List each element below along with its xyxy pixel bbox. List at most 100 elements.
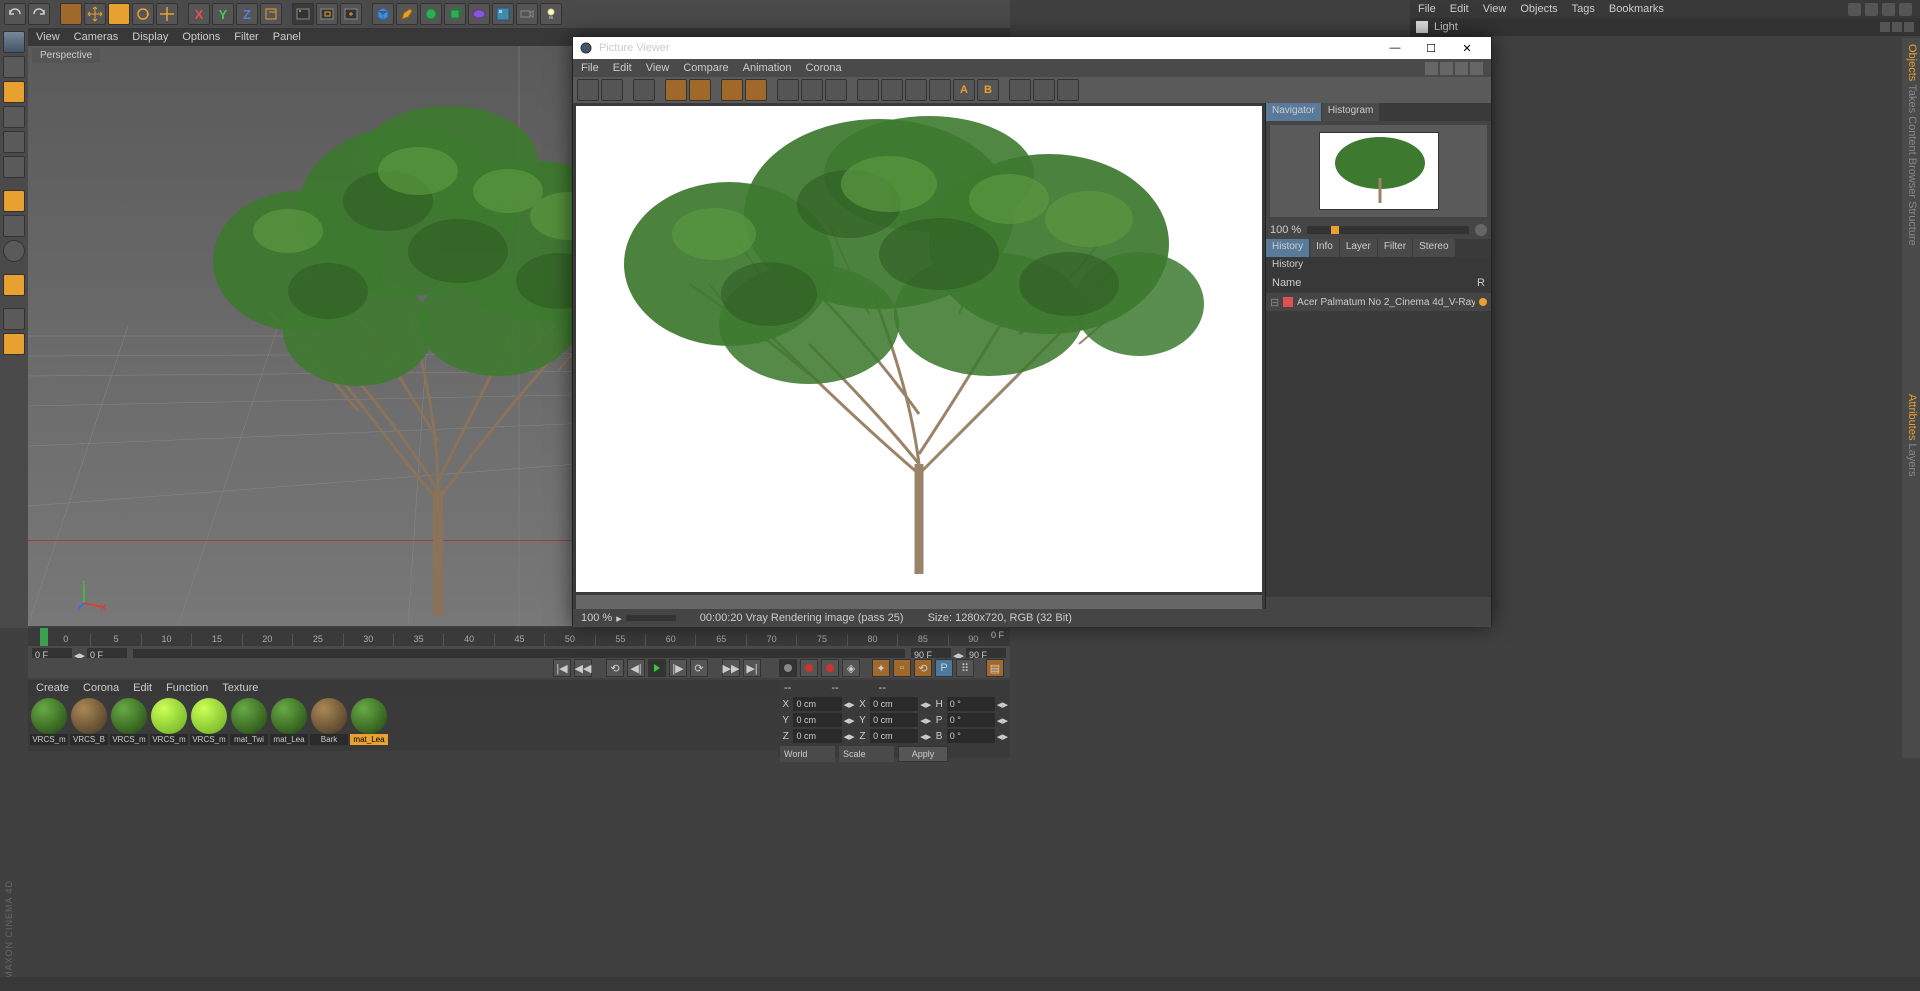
step-back-icon[interactable]: ◀| [627,659,645,677]
pla-key-icon[interactable]: ⠿ [956,659,974,677]
generator-icon[interactable] [444,3,466,25]
timeline-ruler[interactable]: 051015202530354045505560657075808590 0 F [28,628,1010,646]
autokey-icon[interactable] [800,659,818,677]
make-editable-icon[interactable] [3,31,25,53]
texture-mode-icon[interactable] [3,81,25,103]
vp-options[interactable]: Options [182,31,220,43]
deformer-icon[interactable] [468,3,490,25]
environment-icon[interactable] [492,3,514,25]
y-axis-icon[interactable]: Y [212,3,234,25]
key-opt-icon[interactable]: ◈ [842,659,860,677]
history-item[interactable]: ⊟ Acer Palmatum No 2_Cinema 4d_V-Ray [1266,293,1491,311]
menu-objects[interactable]: Objects [1520,3,1557,15]
rot-b-field[interactable]: 0 ° [947,729,995,743]
goto-end-icon[interactable]: ▶| [743,659,761,677]
rotate-icon[interactable] [132,3,154,25]
vp-panel[interactable]: Panel [273,31,301,43]
undo-icon[interactable] [4,3,26,25]
panel-icon[interactable] [1882,3,1895,16]
rot-h-field[interactable]: 0 ° [947,697,995,711]
lastused-icon[interactable] [156,3,178,25]
mat-function[interactable]: Function [166,682,208,694]
step-fwd-icon[interactable]: |▶ [669,659,687,677]
vp-cameras[interactable]: Cameras [74,31,119,43]
spline-icon[interactable] [420,3,442,25]
tab-layer[interactable]: Layer [1340,239,1377,257]
object-name[interactable]: Light [1434,21,1458,33]
vp-filter[interactable]: Filter [234,31,258,43]
size-x-field[interactable]: 0 cm [870,697,918,711]
tab-history[interactable]: History [1266,239,1309,257]
ab-compare-icon[interactable] [881,79,903,101]
panel-icon[interactable] [1470,62,1483,75]
move-icon[interactable] [84,3,106,25]
tab-navigator[interactable]: Navigator [1266,103,1321,121]
panel-icon[interactable] [1899,3,1912,16]
pv-menu-compare[interactable]: Compare [683,62,728,74]
filter-icon[interactable] [1033,79,1055,101]
mat-texture[interactable]: Texture [222,682,258,694]
size-y-field[interactable]: 0 cm [870,713,918,727]
viewport-solo-icon[interactable] [3,333,25,355]
axis-icon[interactable] [3,215,25,237]
pos-x-field[interactable]: 0 cm [793,697,841,711]
filter-icon[interactable] [1009,79,1031,101]
b-icon[interactable]: B [977,79,999,101]
zoom-slider[interactable] [1307,226,1469,234]
tool-icon[interactable] [745,79,767,101]
visibility-dot[interactable] [1892,22,1902,32]
minimize-icon[interactable]: — [1377,37,1413,59]
tweak-icon[interactable] [3,274,25,296]
edge-mode-icon[interactable] [3,156,25,178]
pos-key-icon[interactable]: ✦ [872,659,890,677]
status-zoom-slider[interactable] [626,615,676,621]
tool-icon[interactable] [689,79,711,101]
open-icon[interactable] [577,79,599,101]
menu-bookmarks[interactable]: Bookmarks [1609,3,1664,15]
render-icon[interactable] [292,3,314,25]
param-key-icon[interactable]: P [935,659,953,677]
vp-view[interactable]: View [36,31,60,43]
workplane-icon[interactable] [3,106,25,128]
snap-icon[interactable] [3,240,25,262]
ab-compare-icon[interactable] [857,79,879,101]
menu-tags[interactable]: Tags [1572,3,1595,15]
pv-titlebar[interactable]: Picture Viewer — ☐ ✕ [573,37,1491,59]
coord-mode-dropdown[interactable]: Scale [839,746,894,762]
apply-button[interactable]: Apply [898,746,948,762]
object-manager-row[interactable]: Light [1410,18,1920,36]
tab-other[interactable]: Takes Content Browser Structure [1906,84,1918,245]
pv-menu-file[interactable]: File [581,62,599,74]
render-dot[interactable] [1904,22,1914,32]
camera-icon[interactable] [516,3,538,25]
material-item[interactable]: VRCS_B [70,698,108,749]
vp-display[interactable]: Display [132,31,168,43]
material-item[interactable]: VRCS_m [150,698,188,749]
panel-icon[interactable] [1455,62,1468,75]
tool-icon[interactable] [777,79,799,101]
render-settings-icon[interactable] [340,3,362,25]
loop2-icon[interactable]: ⟳ [690,659,708,677]
menu-edit[interactable]: Edit [1450,3,1469,15]
tab-histogram[interactable]: Histogram [1322,103,1380,121]
playhead-marker[interactable] [40,628,48,646]
panel-icon[interactable] [1848,3,1861,16]
filter-icon[interactable] [1057,79,1079,101]
close-icon[interactable]: ✕ [1449,37,1485,59]
a-icon[interactable]: A [953,79,975,101]
mat-corona[interactable]: Corona [83,682,119,694]
lock-icon[interactable] [3,308,25,330]
panel-icon[interactable] [1865,3,1878,16]
tool-icon[interactable] [721,79,743,101]
pv-render-image[interactable] [576,106,1262,592]
zoom-fit-icon[interactable] [1475,224,1487,236]
scale-icon[interactable] [108,3,130,25]
clapper-icon[interactable] [633,79,655,101]
render-region-icon[interactable] [316,3,338,25]
keysel-icon[interactable] [821,659,839,677]
menu-view[interactable]: View [1483,3,1507,15]
maximize-icon[interactable]: ☐ [1413,37,1449,59]
pv-menu-edit[interactable]: Edit [613,62,632,74]
z-axis-icon[interactable]: Z [236,3,258,25]
live-select-icon[interactable] [60,3,82,25]
